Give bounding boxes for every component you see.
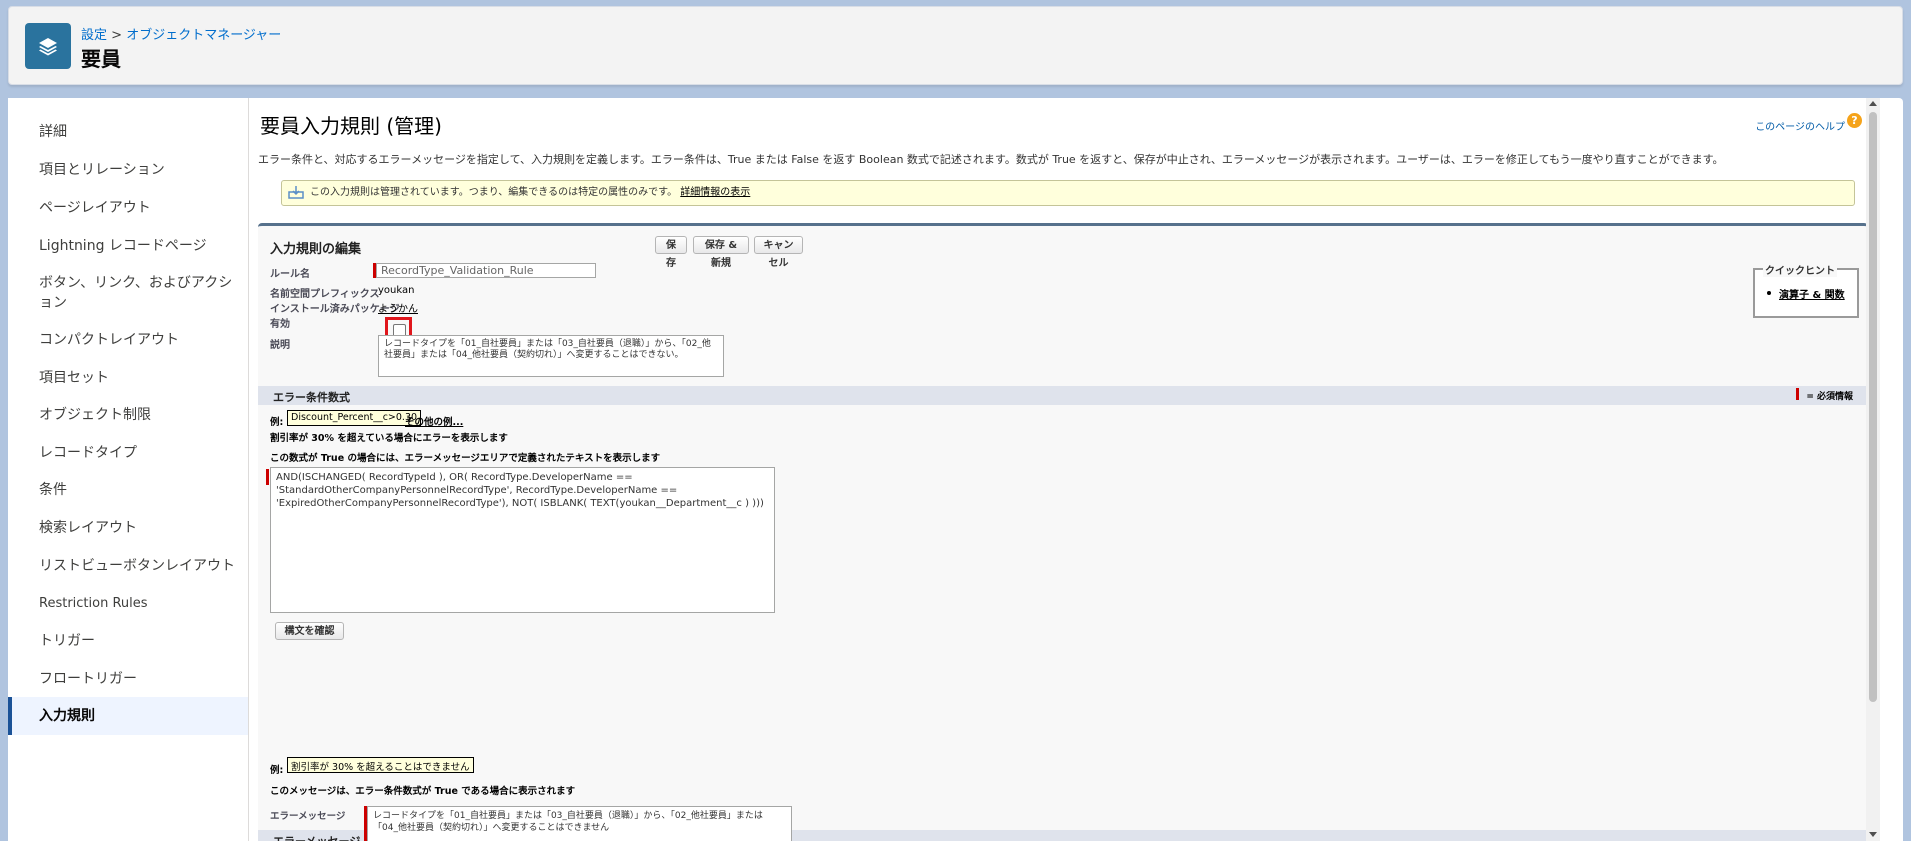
scrollbar-thumb[interactable] <box>1869 112 1877 702</box>
breadcrumb-setup-link[interactable]: 設定 <box>81 28 107 43</box>
error-message-section-title: エラーメッセージ <box>273 833 360 841</box>
formula-hint-pre: この数式が <box>270 453 321 464</box>
active-label: 有効 <box>270 319 290 330</box>
error-formula-section-header: エラー条件数式 = 必須情報 <box>258 386 1868 405</box>
sidebar-item-triggers[interactable]: トリガー <box>8 631 248 651</box>
message-hint-pre: このメッセージは、エラー条件数式が <box>270 786 435 797</box>
download-info-icon <box>288 186 304 199</box>
notice-details-link[interactable]: 詳細情報の表示 <box>680 187 750 198</box>
sidebar-item-page-layouts[interactable]: ページレイアウト <box>8 198 248 218</box>
sidebar-item-restriction-rules[interactable]: Restriction Rules <box>8 594 248 614</box>
page-title: 要員入力規則 (管理) <box>260 114 442 138</box>
message-hint-post: である場合に表示されます <box>457 786 576 797</box>
description-textarea[interactable]: レコードタイプを「01_自社要員」または「03_自社要員（退職）」から、「02_… <box>378 335 724 377</box>
required-legend-bar <box>1796 388 1800 400</box>
help-icon[interactable]: ? <box>1847 113 1862 128</box>
sidebar-item-search-layouts[interactable]: 検索レイアウト <box>8 518 248 538</box>
save-button[interactable]: 保存 <box>655 236 687 269</box>
formula-hint-bold: True <box>320 453 345 464</box>
help-link[interactable]: このページのヘルプ <box>1755 118 1845 133</box>
sidebar: 詳細 項目とリレーション ページレイアウト Lightning レコードページ … <box>8 98 249 841</box>
error-formula-section-title: エラー条件数式 <box>273 391 350 404</box>
sidebar-item-validation-rules[interactable]: 入力規則 <box>8 697 248 735</box>
sidebar-item-fields-relationships[interactable]: 項目とリレーション <box>8 160 248 180</box>
edit-block-title: 入力規則の編集 <box>270 242 362 257</box>
namespace-prefix-label: 名前空間プレフィックス <box>270 289 380 300</box>
layers-icon <box>25 23 71 69</box>
required-legend: = 必須情報 <box>1796 388 1853 402</box>
sidebar-item-lightning-record-pages[interactable]: Lightning レコードページ <box>8 236 248 256</box>
sidebar-item-buttons-links-actions[interactable]: ボタン、リンク、およびアクション <box>8 273 248 313</box>
message-example-value: 割引率が 30% を超えることはできません <box>287 757 474 773</box>
error-formula-textarea[interactable]: AND(ISCHANGED( RecordTypeId ), OR( Recor… <box>270 467 775 613</box>
sidebar-item-list-view-button-layout[interactable]: リストビューボタンレイアウト <box>8 556 248 576</box>
formula-example-label: 例: <box>270 417 284 428</box>
installed-package-link[interactable]: ようかん <box>378 300 418 315</box>
required-legend-text: = 必須情報 <box>1806 392 1853 402</box>
sidebar-item-field-sets[interactable]: 項目セット <box>8 368 248 388</box>
cancel-button[interactable]: キャンセル <box>754 236 803 269</box>
check-syntax-button[interactable]: 構文を確認 <box>275 622 344 640</box>
scroll-down-arrow-icon[interactable] <box>1869 832 1877 837</box>
formula-hint: この数式が True の場合には、エラーメッセージエリアで定義されたテキストを表… <box>270 450 660 464</box>
validation-rule-edit-block: 入力規則の編集 保存 保存 & 新規 キャンセル ルール名 RecordType… <box>258 223 1868 841</box>
rule-name-input[interactable]: RecordType_Validation_Rule <box>376 263 596 278</box>
object-header: 設定 > オブジェクトマネージャー 要員 <box>8 6 1903 85</box>
main-content: 要員入力規則 (管理) このページのヘルプ ? エラー条件と、対応するエラーメッ… <box>255 98 1880 841</box>
sidebar-item-details[interactable]: 詳細 <box>8 122 248 142</box>
content-panel: 詳細 項目とリレーション ページレイアウト Lightning レコードページ … <box>8 98 1903 841</box>
formula-hint-post: の場合には、エラーメッセージエリアで定義されたテキストを表示します <box>344 453 661 464</box>
sidebar-item-object-limits[interactable]: オブジェクト制限 <box>8 405 248 425</box>
save-new-button[interactable]: 保存 & 新規 <box>693 236 749 269</box>
message-hint-bold: True <box>434 786 458 797</box>
page-description: エラー条件と、対応するエラーメッセージを指定して、入力規則を定義します。エラー条… <box>258 153 1724 166</box>
sidebar-item-record-types[interactable]: レコードタイプ <box>8 443 248 463</box>
rule-name-label: ルール名 <box>270 269 310 280</box>
object-title: 要員 <box>81 47 121 71</box>
bullet-icon <box>1767 291 1771 295</box>
quick-hints-box: クイックヒント 演算子 & 関数 <box>1753 262 1859 318</box>
sidebar-item-compact-layouts[interactable]: コンパクトレイアウト <box>8 330 248 350</box>
scroll-up-arrow-icon[interactable] <box>1869 101 1877 106</box>
operators-functions-link[interactable]: 演算子 & 関数 <box>1779 286 1845 301</box>
error-message-label: エラーメッセージ <box>270 811 346 822</box>
main-scrollbar[interactable] <box>1866 98 1880 841</box>
sidebar-item-flow-triggers[interactable]: フロートリガー <box>8 669 248 689</box>
managed-notice: この入力規則は管理されています。つまり、編集できるのは特定の属性のみです。 詳細… <box>281 180 1855 206</box>
breadcrumb-object-manager-link[interactable]: オブジェクトマネージャー <box>126 28 281 43</box>
breadcrumb: 設定 > オブジェクトマネージャー <box>81 24 281 43</box>
sidebar-item-conditions[interactable]: 条件 <box>8 480 248 500</box>
message-hint: このメッセージは、エラー条件数式が True である場合に表示されます <box>270 783 575 797</box>
formula-example-value: Discount_Percent__c>0.30 <box>287 410 422 426</box>
quick-hints-title: クイックヒント <box>1763 262 1837 277</box>
error-message-textarea[interactable]: レコードタイプを「01_自社要員」または「03_自社要員（退職）」から、「02_… <box>367 806 792 841</box>
notice-text: この入力規則は管理されています。つまり、編集できるのは特定の属性のみです。 <box>310 187 678 198</box>
more-examples-link[interactable]: その他の例... <box>405 414 463 428</box>
namespace-prefix-value: youkan <box>378 285 415 296</box>
description-label: 説明 <box>270 340 290 351</box>
breadcrumb-separator: > <box>107 28 127 43</box>
formula-required-indicator <box>266 469 269 485</box>
message-example-label: 例: <box>270 765 284 776</box>
formula-example-description: 割引率が 30% を超えている場合にエラーを表示します <box>270 433 508 444</box>
